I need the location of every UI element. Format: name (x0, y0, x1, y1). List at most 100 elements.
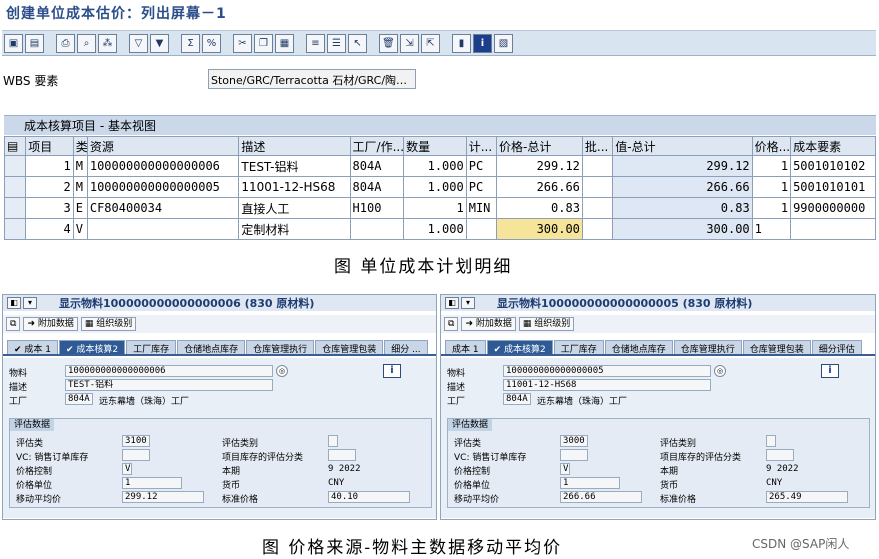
price-unit-field[interactable]: 1 (560, 477, 620, 489)
cell-unit[interactable]: MIN (465, 197, 498, 219)
cut-icon[interactable]: ✂ (233, 33, 252, 53)
info-icon[interactable]: i (473, 33, 492, 53)
val-class-field[interactable]: 3100 (122, 435, 150, 447)
val-class-field[interactable]: 3000 (560, 435, 588, 447)
col-header[interactable]: 项目 (25, 136, 74, 156)
tab-sloc-stock[interactable]: 仓储地点库存 (604, 340, 673, 355)
display-icon[interactable]: ◧ (7, 297, 21, 309)
vc-field[interactable] (560, 449, 588, 461)
plant-field[interactable]: 804A (503, 393, 531, 405)
cell-resource[interactable] (86, 218, 240, 240)
chart-icon[interactable]: ▮ (452, 33, 471, 53)
cell-type[interactable]: V (72, 218, 88, 240)
tab-costing-2[interactable]: ✔ 成本核算2 (59, 340, 126, 355)
col-header[interactable]: 价格-总计 (496, 136, 583, 156)
desc-field[interactable]: 11001-12-HS68 (503, 379, 711, 391)
additional-data-button[interactable]: ➜ 附加数据 (461, 317, 516, 331)
col-header[interactable]: 价格... (751, 136, 792, 156)
cell-qty[interactable]: 1 (403, 197, 467, 219)
std-price-field[interactable]: 265.49 (766, 491, 848, 503)
select-icon[interactable]: ↖ (348, 33, 367, 53)
cell-unit[interactable] (465, 218, 498, 240)
cell-price-unit[interactable]: 1 (751, 218, 792, 240)
cell-price-unit[interactable]: 1 (751, 176, 792, 198)
proj-val-field[interactable] (328, 449, 356, 461)
cell-unit[interactable]: PC (465, 176, 498, 198)
material-field[interactable]: 100000000000000006 (65, 365, 273, 377)
col-header[interactable]: 数量 (403, 136, 467, 156)
tab-plant-stock[interactable]: 工厂库存 (126, 340, 177, 355)
cell-plant[interactable] (349, 218, 405, 240)
select-all-icon[interactable]: ▤ (3, 136, 27, 156)
row-selector[interactable] (3, 176, 27, 198)
cell-resource[interactable]: CF80400034 (86, 197, 240, 219)
col-header[interactable]: 资源 (86, 136, 240, 156)
cell-item[interactable]: 3 (25, 197, 74, 219)
additional-data-button[interactable]: ➜ 附加数据 (23, 317, 78, 331)
col-header[interactable]: 计... (465, 136, 498, 156)
tab-wm-exec[interactable]: 仓库管理执行 (246, 340, 315, 355)
tab-costing-1[interactable]: 成本 1 (445, 340, 486, 355)
cell-price-unit[interactable]: 1 (751, 197, 792, 219)
cell-type[interactable]: E (72, 197, 88, 219)
export-icon[interactable]: ⇲ (400, 33, 419, 53)
tab-split[interactable]: 细分 ... (384, 340, 428, 355)
table-row[interactable]: 2 M 100000000000000005 11001-12-HS68 804… (3, 176, 876, 198)
cell-item[interactable]: 4 (25, 218, 74, 240)
screen-icon[interactable]: ⧉ (6, 317, 21, 331)
search-help-icon[interactable]: ◎ (714, 365, 726, 377)
dropdown-icon[interactable]: ▾ (23, 297, 37, 309)
col-header[interactable]: 成本要素 (790, 136, 876, 156)
cell-unit[interactable]: PC (465, 155, 498, 177)
cell-cost-element[interactable]: 5001010102 (790, 155, 876, 177)
insert-row-icon[interactable]: ≡ (306, 33, 325, 53)
col-header[interactable]: 值-总计 (612, 136, 753, 156)
cell-lot[interactable] (581, 197, 614, 219)
cell-resource[interactable]: 100000000000000005 (86, 176, 240, 198)
val-cat-field[interactable] (328, 435, 338, 447)
find-next-icon[interactable]: ⁂ (98, 33, 117, 53)
save-icon[interactable]: ▣ (4, 33, 23, 53)
cell-value[interactable]: 299.12 (612, 155, 753, 177)
desc-field[interactable]: TEST-铝料 (65, 379, 273, 391)
cell-lot[interactable] (581, 176, 614, 198)
cell-qty[interactable]: 1.000 (403, 218, 467, 240)
table-row[interactable]: 3 E CF80400034 直接人工 H100 1 MIN 0.83 0.83… (3, 197, 876, 219)
tab-wm-pack[interactable]: 仓库管理包装 (742, 340, 811, 355)
tab-split[interactable]: 细分评估 (811, 340, 862, 355)
cell-value[interactable]: 0.83 (612, 197, 753, 219)
cell-price-unit[interactable]: 1 (751, 155, 792, 177)
dropdown-icon[interactable]: ▾ (461, 297, 475, 309)
org-levels-button[interactable]: ▦ 组织级别 (518, 317, 575, 331)
val-cat-field[interactable] (766, 435, 776, 447)
cell-resource[interactable]: 100000000000000006 (86, 155, 240, 177)
paste-icon[interactable]: ▦ (275, 33, 294, 53)
map-field[interactable]: 266.66 (560, 491, 642, 503)
wbs-field[interactable]: Stone/GRC/Terracotta 石材/GRC/陶… (208, 69, 416, 89)
table-row[interactable]: 1 M 100000000000000006 TEST-铝料 804A 1.00… (3, 155, 876, 177)
layout-icon[interactable]: ▧ (494, 33, 513, 53)
subtotal-icon[interactable]: % (202, 33, 221, 53)
cell-item[interactable]: 2 (25, 176, 74, 198)
print-icon[interactable]: ⎙ (56, 33, 75, 53)
print-doc-icon[interactable]: ▤ (25, 33, 44, 53)
display-icon[interactable]: ◧ (445, 297, 459, 309)
row-selector[interactable] (3, 197, 27, 219)
col-header[interactable]: 描述 (238, 136, 351, 156)
cell-price[interactable]: 266.66 (496, 176, 583, 198)
cell-type[interactable]: M (72, 155, 88, 177)
cell-plant[interactable]: 804A (349, 176, 405, 198)
cell-lot[interactable] (581, 218, 614, 240)
filter-icon[interactable]: ▽ (129, 33, 148, 53)
cell-lot[interactable] (581, 155, 614, 177)
col-header[interactable]: 类 (72, 136, 88, 156)
set-filter-icon[interactable]: ▼ (150, 33, 169, 53)
info-icon[interactable]: i (821, 364, 839, 378)
cell-desc[interactable]: 11001-12-HS68 (238, 176, 351, 198)
col-header[interactable]: 批... (581, 136, 614, 156)
tab-costing-1[interactable]: ✔ 成本 1 (7, 340, 58, 355)
price-control-field[interactable]: V (122, 463, 132, 475)
cell-value[interactable]: 266.66 (612, 176, 753, 198)
cell-type[interactable]: M (72, 176, 88, 198)
vc-field[interactable] (122, 449, 150, 461)
